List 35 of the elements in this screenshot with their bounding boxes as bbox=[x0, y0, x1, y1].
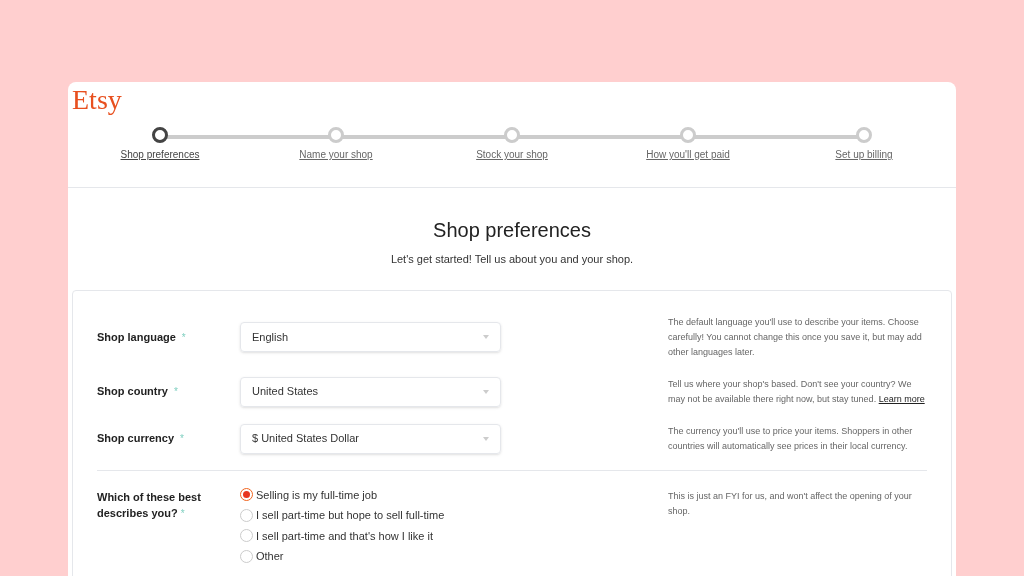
learn-more-link[interactable]: Learn more bbox=[878, 393, 925, 404]
radio-button[interactable] bbox=[240, 508, 253, 522]
radio-option[interactable]: I sell part-time but hope to sell full-time bbox=[240, 507, 501, 524]
step-link[interactable]: Name your shop bbox=[299, 147, 373, 162]
help-text: This is just an FYI for us, and won't affect the opening of your shop. bbox=[668, 489, 913, 518]
help-text: Tell us where your shop's based. Don't see your country? We may not be available there right now, but stay tuned. Learn more bbox=[668, 377, 926, 406]
step-link[interactable]: Stock your shop bbox=[476, 147, 548, 162]
radio-button[interactable] bbox=[240, 488, 253, 502]
step-link[interactable]: Shop preferences bbox=[120, 147, 200, 162]
field-label: Shop country bbox=[97, 384, 168, 400]
question-label: Which of these best describes you? * bbox=[97, 489, 202, 521]
radio-button[interactable] bbox=[240, 529, 253, 543]
field-label: Shop language bbox=[97, 329, 176, 345]
select-field[interactable]: United States bbox=[240, 376, 501, 407]
help-text: The currency you'll use to price your items. Shoppers in other countries will automatically see prices in their local currency. bbox=[668, 424, 914, 453]
radio-option[interactable]: Other bbox=[240, 548, 501, 565]
required-mark: * bbox=[181, 330, 186, 345]
help-text: The default language you'll use to describe your items. Choose carefully! You cannot change this once you save it, but may add other languages later. bbox=[668, 315, 923, 359]
etsy-logo[interactable]: Etsy bbox=[72, 86, 122, 114]
field-label: Shop currency bbox=[97, 431, 175, 447]
select-field[interactable]: $ United States Dollar bbox=[240, 423, 501, 454]
required-mark: * bbox=[173, 385, 178, 399]
caret-icon bbox=[483, 436, 489, 441]
radio-button[interactable] bbox=[240, 549, 253, 563]
page-subheading: Let's get started! Tell us about you and your shop. bbox=[390, 252, 634, 267]
radio-option[interactable]: I sell part-time and that's how I like it bbox=[240, 527, 501, 544]
radio-option[interactable]: Selling is my full-time job bbox=[240, 486, 501, 503]
required-mark: * bbox=[180, 507, 185, 519]
caret-icon bbox=[483, 335, 489, 339]
select-field[interactable]: English bbox=[240, 322, 501, 352]
required-mark: * bbox=[180, 432, 184, 446]
caret-icon bbox=[483, 389, 489, 394]
step-link[interactable]: Set up billing bbox=[835, 147, 893, 162]
page-heading: Shop preferences bbox=[433, 218, 591, 243]
step-link[interactable]: How you'll get paid bbox=[646, 147, 730, 162]
